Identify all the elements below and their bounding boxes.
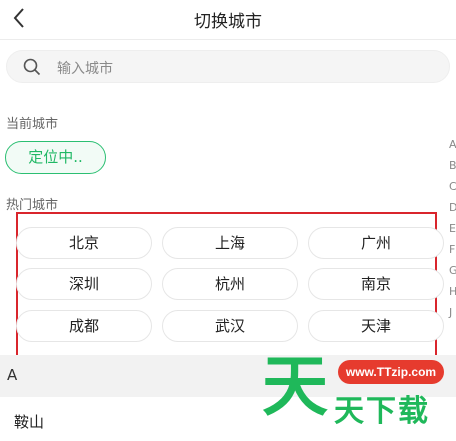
header-bar: 切换城市 bbox=[0, 0, 456, 40]
watermark-glyph: 天 bbox=[262, 348, 328, 425]
hot-city-button[interactable]: 武汉 bbox=[162, 310, 298, 342]
search-placeholder: 输入城市 bbox=[57, 61, 113, 77]
city-name: 鞍山 bbox=[14, 413, 45, 431]
watermark: 天 www.TTzip.com 天下载 bbox=[262, 352, 456, 441]
index-letter[interactable]: A bbox=[449, 138, 456, 151]
group-letter: A bbox=[7, 366, 18, 384]
page-title: 切换城市 bbox=[194, 12, 262, 32]
hot-city-button[interactable]: 广州 bbox=[308, 227, 444, 259]
hot-city-button[interactable]: 上海 bbox=[162, 227, 298, 259]
hot-city-button[interactable]: 杭州 bbox=[162, 268, 298, 300]
watermark-text: 天下载 bbox=[334, 394, 430, 429]
locate-button[interactable]: 定位中.. bbox=[5, 141, 106, 174]
hot-city-button[interactable]: 天津 bbox=[308, 310, 444, 342]
index-letter[interactable]: B bbox=[449, 159, 456, 172]
index-letter[interactable]: J bbox=[449, 306, 452, 319]
hot-city-button[interactable]: 北京 bbox=[16, 227, 152, 259]
watermark-url: www.TTzip.com bbox=[338, 360, 444, 384]
hot-city-button[interactable]: 成都 bbox=[16, 310, 152, 342]
hot-cities-label: 热门城市 bbox=[6, 198, 59, 213]
index-letter[interactable]: C bbox=[449, 180, 456, 193]
index-letter[interactable]: E bbox=[449, 222, 456, 235]
index-letter[interactable]: D bbox=[449, 201, 456, 214]
index-letter[interactable]: G bbox=[449, 264, 456, 277]
search-icon bbox=[23, 58, 41, 76]
index-letter[interactable]: H bbox=[449, 285, 456, 298]
search-input[interactable]: 输入城市 bbox=[6, 50, 450, 83]
hot-city-button[interactable]: 深圳 bbox=[16, 268, 152, 300]
hot-city-button[interactable]: 南京 bbox=[308, 268, 444, 300]
current-city-label: 当前城市 bbox=[6, 117, 59, 132]
index-letter[interactable]: F bbox=[449, 243, 455, 256]
